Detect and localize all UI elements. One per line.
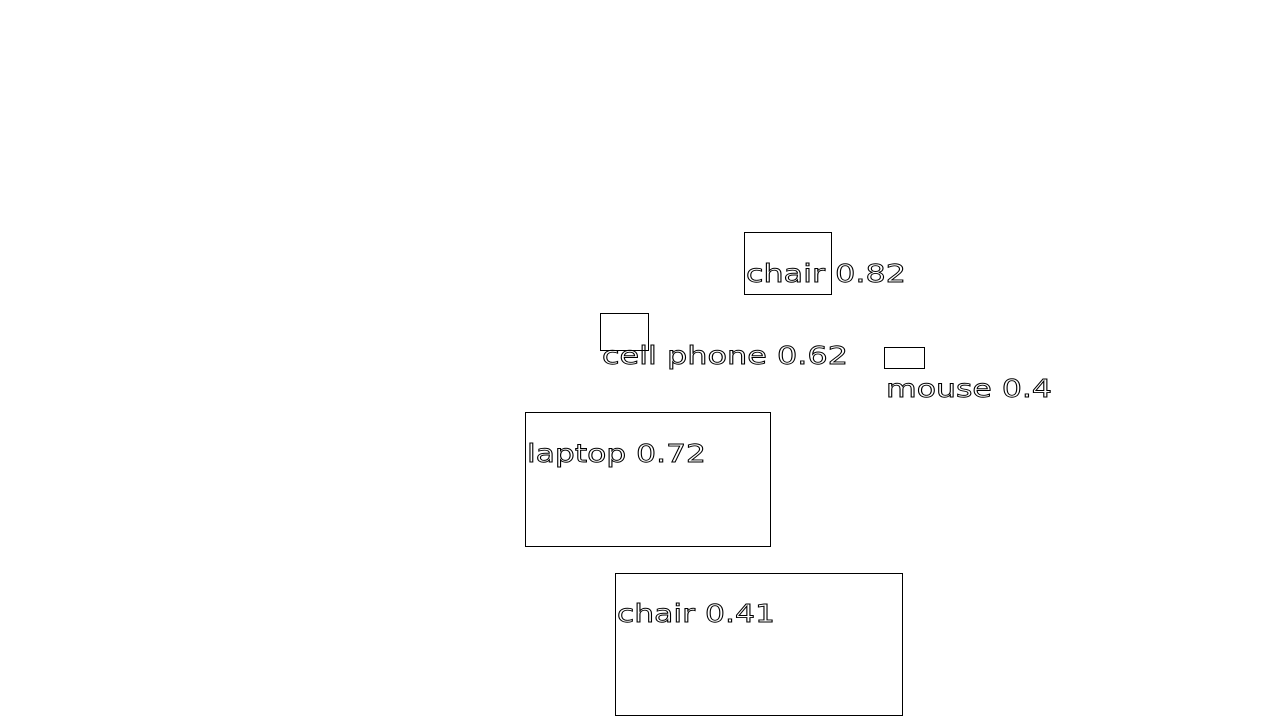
- detection-score: 0.62: [777, 341, 848, 370]
- detection-label: laptop: [527, 439, 626, 468]
- detection-canvas: chair 0.82 cell phone 0.62 mouse 0.4 lap…: [525, 232, 1052, 716]
- detection-label: mouse: [886, 374, 992, 403]
- detection-chair-2: chair 0.41: [615, 573, 903, 716]
- bounding-box: [615, 573, 903, 716]
- detection-mouse: mouse 0.4: [884, 347, 1052, 403]
- detection-caption: mouse 0.4: [886, 374, 1052, 403]
- detection-label: cell phone: [602, 341, 767, 370]
- detection-caption: chair 0.82: [746, 259, 906, 288]
- bounding-box: [884, 347, 925, 369]
- detection-chair-1: chair 0.82: [744, 232, 906, 295]
- detection-score: 0.41: [705, 599, 775, 628]
- bounding-box: [525, 412, 771, 547]
- detection-caption: laptop 0.72: [527, 439, 706, 468]
- detection-score: 0.4: [1002, 374, 1052, 403]
- detection-laptop: laptop 0.72: [525, 412, 771, 547]
- detection-score: 0.72: [636, 439, 706, 468]
- detection-cell-phone: cell phone 0.62: [600, 313, 848, 370]
- detection-caption: chair 0.41: [617, 599, 775, 628]
- detection-label: chair: [617, 599, 696, 628]
- detection-label: chair: [746, 259, 826, 288]
- detection-score: 0.82: [835, 259, 906, 288]
- detection-caption: cell phone 0.62: [602, 341, 848, 370]
